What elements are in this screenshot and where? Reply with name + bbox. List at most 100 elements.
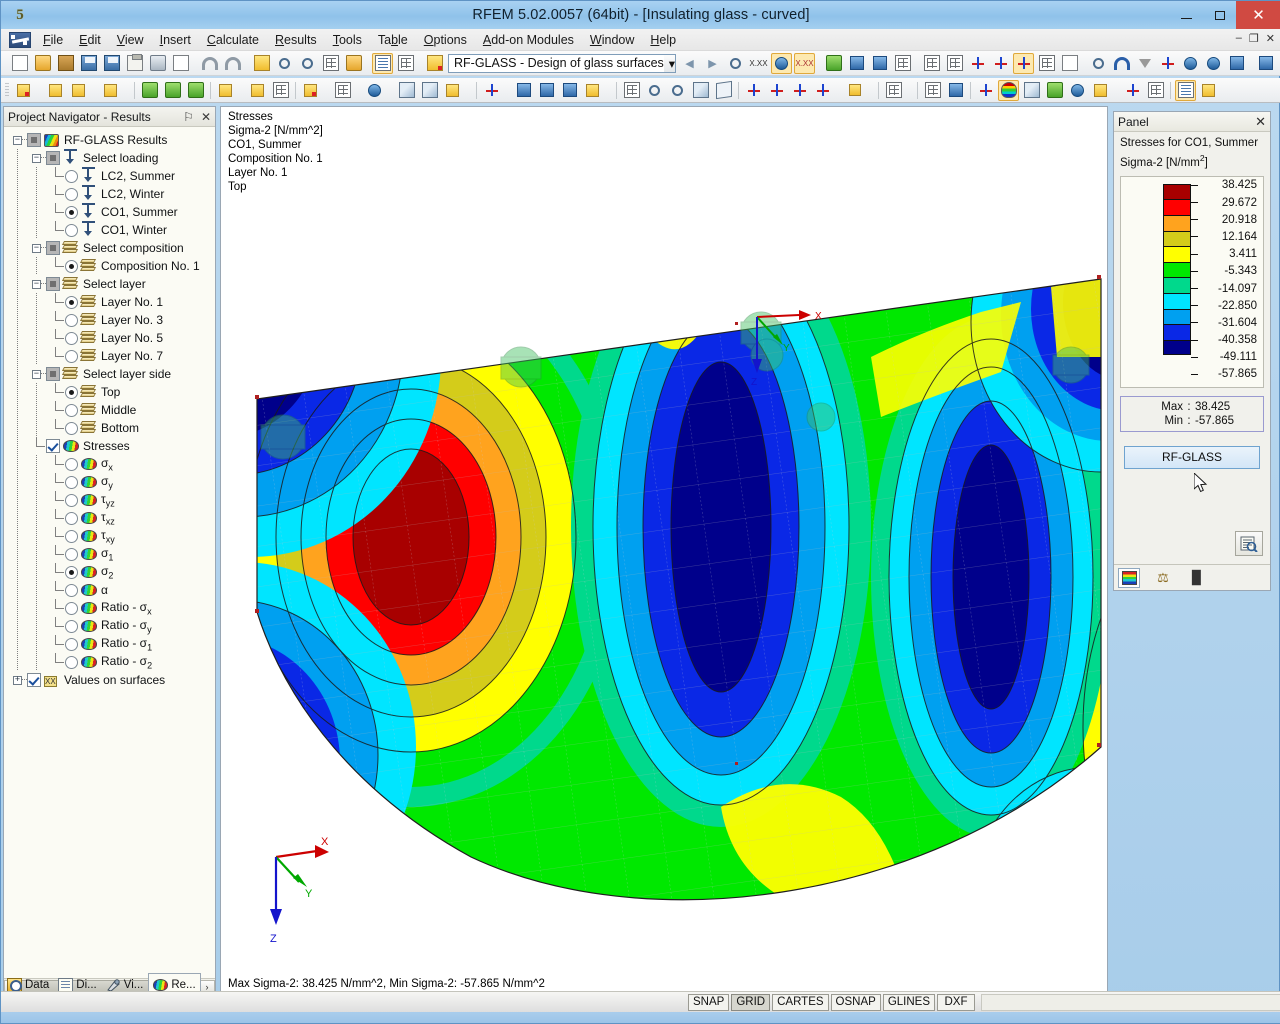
select-objects-icon[interactable] [274, 53, 295, 74]
tree-item-select-composition[interactable]: −Select composition [8, 239, 215, 257]
generate-icon[interactable] [1226, 53, 1247, 74]
panel-tab-color-legend[interactable] [1118, 568, 1140, 588]
result-section-icon[interactable] [1122, 80, 1143, 101]
mesh-generate-icon[interactable] [621, 80, 642, 101]
tables-icon[interactable] [372, 53, 393, 74]
mdi-minimize-button[interactable]: – [1236, 32, 1242, 45]
tree-radio-selected[interactable] [65, 296, 78, 309]
menu-help[interactable]: Help [642, 30, 684, 50]
panel-tab-factors[interactable]: ⚖ [1152, 568, 1174, 588]
status-button-snap[interactable]: SNAP [688, 994, 729, 1011]
tree-item-composition-no-1[interactable]: Composition No. 1 [8, 257, 215, 275]
load-case-icon[interactable] [1255, 53, 1276, 74]
tree-radio[interactable] [65, 476, 78, 489]
tree-radio[interactable] [65, 332, 78, 345]
tree-item-[interactable]: α [8, 581, 215, 599]
expander-collapse-icon[interactable]: − [8, 131, 27, 149]
expander-collapse-icon[interactable]: − [27, 365, 46, 383]
tree-checkbox-partial[interactable] [46, 151, 60, 165]
new-support-icon[interactable] [139, 80, 160, 101]
tree-item-middle[interactable]: Middle [8, 401, 215, 419]
settings-icon[interactable] [1203, 53, 1224, 74]
tree-radio[interactable] [65, 422, 78, 435]
zoom-report-icon[interactable] [1235, 531, 1263, 556]
color-legend[interactable]: 38.42529.67220.91812.1643.411-5.343-14.0… [1120, 176, 1264, 388]
print-preview-icon[interactable] [170, 53, 191, 74]
surface-load-icon[interactable] [559, 80, 580, 101]
new-window-icon[interactable] [343, 53, 364, 74]
tree-item-ratio-2[interactable]: Ratio - σ2 [8, 653, 215, 671]
addon-module-icon[interactable] [424, 53, 445, 74]
tree-item-ratio-y[interactable]: Ratio - σy [8, 617, 215, 635]
mdi-close-button[interactable]: ✕ [1266, 32, 1275, 45]
open-file-icon[interactable] [32, 53, 53, 74]
table-grid-icon[interactable] [395, 53, 416, 74]
tree-radio[interactable] [65, 350, 78, 363]
screenshot-icon[interactable] [1198, 80, 1219, 101]
tree-item-yz[interactable]: τyz [8, 491, 215, 509]
surface-result-icon[interactable] [975, 80, 996, 101]
new-node-icon[interactable] [13, 80, 34, 101]
undo-icon[interactable] [199, 53, 220, 74]
expander-collapse-icon[interactable]: − [27, 239, 46, 257]
new-line-icon[interactable] [45, 80, 66, 101]
tree-radio-selected[interactable] [65, 386, 78, 399]
menu-addon-modules[interactable]: Add-on Modules [475, 30, 582, 50]
nodal-load-icon[interactable] [481, 80, 502, 101]
line-load-icon[interactable] [536, 80, 557, 101]
new-solid-icon[interactable] [364, 80, 385, 101]
new-contact-icon[interactable] [419, 80, 440, 101]
select-window-icon[interactable] [320, 53, 341, 74]
move-icon[interactable] [1088, 53, 1109, 74]
mdi-restore-button[interactable]: ❐ [1249, 32, 1259, 45]
info-icon[interactable] [1180, 53, 1201, 74]
redo-icon[interactable] [222, 53, 243, 74]
chevron-down-icon[interactable]: ▾ [664, 55, 675, 72]
tree-radio[interactable] [65, 638, 78, 651]
tree-item-rf-glass-results[interactable]: −RF-GLASS Results [8, 131, 215, 149]
expander-collapse-icon[interactable]: − [27, 149, 46, 167]
save-icon[interactable] [101, 53, 122, 74]
tree-item-xy[interactable]: τxy [8, 527, 215, 545]
close-icon[interactable]: ✕ [1255, 114, 1266, 130]
close-icon[interactable]: ✕ [201, 110, 211, 124]
new-file-icon[interactable] [9, 53, 30, 74]
tree-item-select-loading[interactable]: −Select loading [8, 149, 215, 167]
view-x-icon[interactable] [743, 80, 764, 101]
view-z-icon[interactable] [789, 80, 810, 101]
tree-checkbox[interactable] [27, 673, 41, 687]
render-mode-icon[interactable] [251, 53, 272, 74]
view-negx-icon[interactable] [812, 80, 833, 101]
tree-item-ratio-x[interactable]: Ratio - σx [8, 599, 215, 617]
maximize-button[interactable] [1203, 1, 1236, 29]
tree-item-co1-summer[interactable]: CO1, Summer [8, 203, 215, 221]
status-button-dxf[interactable]: DXF [937, 994, 975, 1011]
status-button-osnap[interactable]: OSNAP [831, 994, 881, 1011]
close-button[interactable]: ✕ [1236, 1, 1280, 29]
tree-radio[interactable] [65, 170, 78, 183]
zoom-in-icon[interactable] [644, 80, 665, 101]
tree-radio-selected[interactable] [65, 566, 78, 579]
tree-radio[interactable] [65, 620, 78, 633]
tree-item-ratio-1[interactable]: Ratio - σ1 [8, 635, 215, 653]
tree-item-select-layer[interactable]: −Select layer [8, 275, 215, 293]
toolbar-grip[interactable] [5, 82, 9, 98]
tree-checkbox-partial[interactable] [46, 241, 60, 255]
result-diagram-icon[interactable] [846, 53, 867, 74]
open-example-icon[interactable] [55, 53, 76, 74]
menu-calculate[interactable]: Calculate [199, 30, 267, 50]
new-line-support-icon[interactable] [162, 80, 183, 101]
tree-item-lc2-winter[interactable]: LC2, Winter [8, 185, 215, 203]
zoom-window-icon[interactable] [713, 80, 734, 101]
support-reactions-icon[interactable] [823, 53, 844, 74]
animation-icon[interactable] [945, 80, 966, 101]
view-grid-icon[interactable] [1036, 53, 1057, 74]
result-label-icon[interactable]: X.XX [748, 53, 769, 74]
tree-item-co1-winter[interactable]: CO1, Winter [8, 221, 215, 239]
tree-radio[interactable] [65, 512, 78, 525]
member-load-icon[interactable] [513, 80, 534, 101]
panel-tab-filter[interactable]: ▉ [1186, 568, 1208, 588]
print-icon[interactable] [147, 53, 168, 74]
new-surface-support-icon[interactable] [185, 80, 206, 101]
result-table-icon[interactable] [892, 53, 913, 74]
